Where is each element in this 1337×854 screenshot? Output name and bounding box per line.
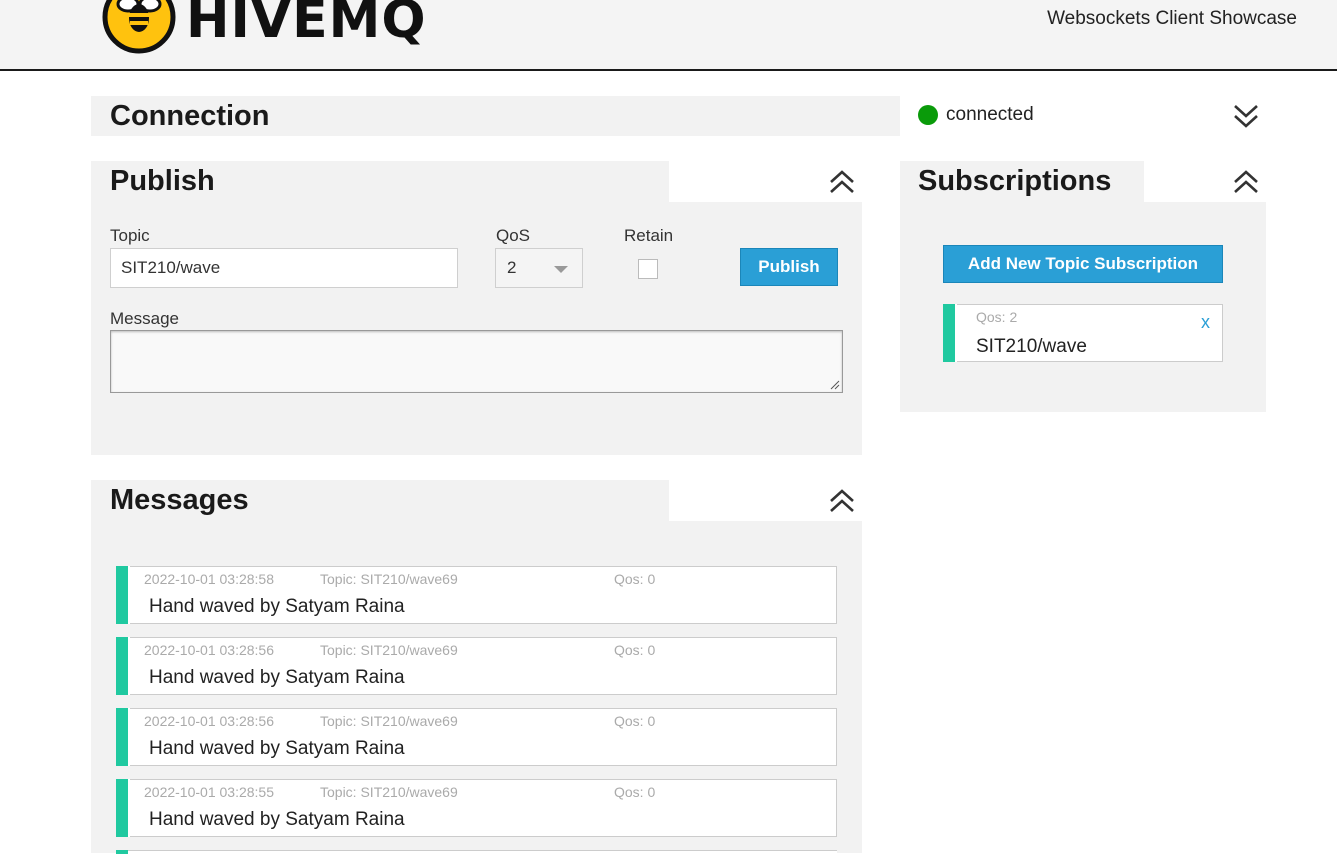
- subscription-qos: Qos: 2: [976, 309, 1018, 325]
- message-timestamp: 2022-10-01 03:28:56: [144, 642, 274, 658]
- retain-label: Retain: [624, 226, 674, 245]
- retain-checkbox[interactable]: [638, 259, 658, 279]
- qos-selected-value: 2: [507, 258, 517, 277]
- message-item: 2022-10-01 03:28:55 Topic: SIT210/wave69…: [116, 779, 837, 837]
- message-topic: Topic: SIT210/wave69: [320, 642, 458, 658]
- connection-title: Connection: [110, 100, 270, 132]
- message-timestamp: 2022-10-01 03:28:55: [144, 784, 274, 800]
- subscription-item: Qos: 2 SIT210/wave x: [943, 304, 1223, 362]
- add-topic-subscription-button[interactable]: Add New Topic Subscription: [943, 245, 1223, 283]
- message-topic: Topic: SIT210/wave69: [320, 784, 458, 800]
- bee-logo-icon: [102, 0, 176, 54]
- messages-panel-header[interactable]: Messages: [91, 480, 669, 522]
- double-chevron-up-icon[interactable]: [829, 487, 855, 515]
- subscriptions-title: Subscriptions: [918, 165, 1112, 197]
- double-chevron-up-icon[interactable]: [1233, 168, 1259, 196]
- message-timestamp: 2022-10-01 03:28:58: [144, 571, 274, 587]
- subscription-topic: SIT210/wave: [976, 336, 1087, 357]
- message-qos: Qos: 0: [614, 642, 656, 658]
- message-color-bar: [116, 637, 128, 695]
- qos-select[interactable]: 2: [495, 248, 583, 288]
- message-color-bar: [116, 779, 128, 837]
- publish-panel-body: [91, 202, 862, 455]
- message-topic: Topic: SIT210/wave69: [320, 713, 458, 729]
- message-textarea[interactable]: [110, 330, 843, 393]
- message-label: Message: [110, 309, 179, 328]
- topic-input[interactable]: SIT210/wave: [110, 248, 458, 288]
- message-qos: Qos: 0: [614, 571, 656, 587]
- message-body: Hand waved by Satyam Raina: [149, 596, 405, 617]
- publish-title: Publish: [110, 165, 215, 197]
- message-qos: Qos: 0: [614, 784, 656, 800]
- qos-label: QoS: [496, 226, 531, 245]
- message-item: 2022-10-01 03:28:58 Topic: SIT210/wave69…: [116, 566, 837, 624]
- chevron-down-icon: [554, 266, 568, 273]
- double-chevron-down-icon[interactable]: [1233, 102, 1259, 130]
- publish-panel-header[interactable]: Publish: [91, 161, 669, 203]
- subscription-color-bar: [943, 304, 955, 362]
- message-topic: Topic: SIT210/wave69: [320, 571, 458, 587]
- message-item: 2022-10-01 03:28:56 Topic: SIT210/wave69…: [116, 708, 837, 766]
- message-body: Hand waved by Satyam Raina: [149, 667, 405, 688]
- message-body: Hand waved by Satyam Raina: [149, 809, 405, 830]
- header-subtitle: Websockets Client Showcase: [1047, 8, 1297, 29]
- message-item: 2022-10-01 03:28:56 Topic: SIT210/wave69…: [116, 637, 837, 695]
- message-color-bar: [116, 708, 128, 766]
- app-header: HIVEMQ Websockets Client Showcase: [0, 0, 1337, 71]
- remove-subscription-button[interactable]: x: [1201, 312, 1210, 333]
- logo-text: HIVEMQ: [186, 0, 427, 50]
- message-body: Hand waved by Satyam Raina: [149, 738, 405, 759]
- message-timestamp: 2022-10-01 03:28:56: [144, 713, 274, 729]
- messages-title: Messages: [110, 484, 249, 516]
- message-color-bar: [116, 850, 128, 854]
- subscriptions-panel-header[interactable]: Subscriptions: [900, 161, 1144, 203]
- message-qos: Qos: 0: [614, 713, 656, 729]
- message-color-bar: [116, 566, 128, 624]
- resize-handle-icon[interactable]: [830, 380, 840, 390]
- connection-panel-header[interactable]: Connection: [91, 96, 900, 136]
- double-chevron-up-icon[interactable]: [829, 168, 855, 196]
- connection-status-indicator: [918, 105, 938, 125]
- connection-status-text: connected: [946, 104, 1034, 125]
- publish-button[interactable]: Publish: [740, 248, 838, 286]
- topic-label: Topic: [110, 226, 150, 245]
